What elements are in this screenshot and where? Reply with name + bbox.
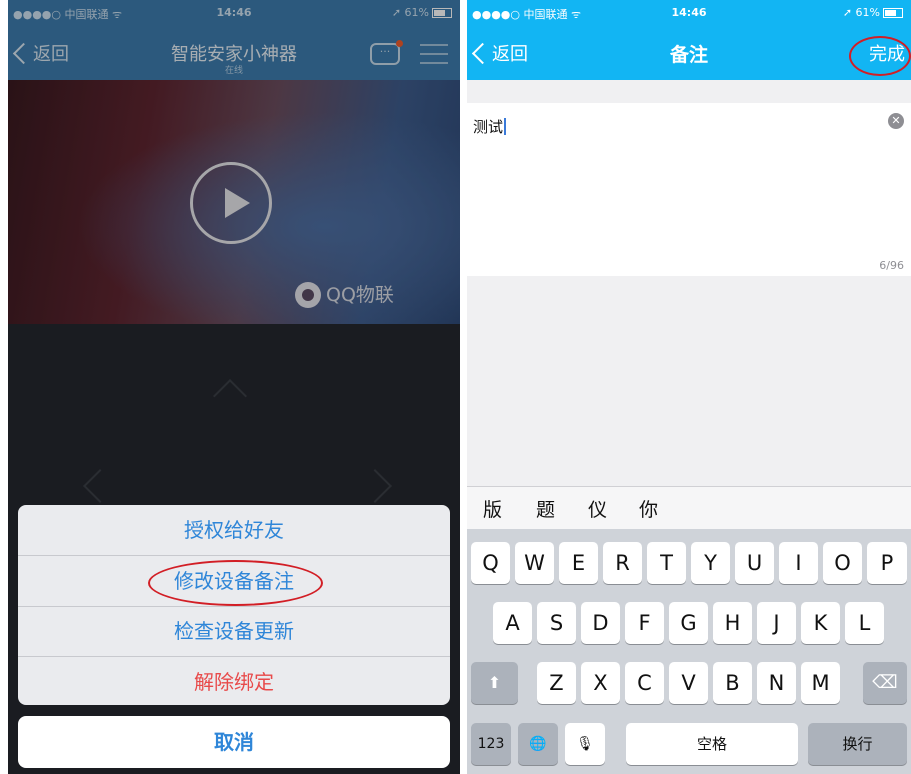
numbers-key[interactable]: 123 <box>471 723 511 765</box>
check-update-option[interactable]: 检查设备更新 <box>18 606 450 657</box>
key-k[interactable]: K <box>801 602 840 644</box>
key-z[interactable]: Z <box>537 662 576 704</box>
key-l[interactable]: L <box>845 602 884 644</box>
char-counter: 6/96 <box>879 259 904 272</box>
key-p[interactable]: P <box>867 542 907 584</box>
battery-icon <box>883 8 903 18</box>
key-c[interactable]: C <box>625 662 664 704</box>
note-text[interactable]: 测试 <box>473 116 507 137</box>
key-j[interactable]: J <box>757 602 796 644</box>
key-r[interactable]: R <box>603 542 642 584</box>
key-q[interactable]: Q <box>471 542 510 584</box>
authorize-friend-option[interactable]: 授权给好友 <box>18 505 450 556</box>
key-w[interactable]: W <box>515 542 554 584</box>
key-y[interactable]: Y <box>691 542 730 584</box>
nav-bar: 返回 备注 完成 <box>467 26 911 80</box>
key-f[interactable]: F <box>625 602 664 644</box>
highlight-circle <box>849 36 911 76</box>
globe-icon[interactable]: 🌐 <box>518 723 558 765</box>
key-h[interactable]: H <box>713 602 752 644</box>
cancel-button[interactable]: 取消 <box>18 716 450 768</box>
highlight-circle <box>148 560 323 606</box>
shift-key[interactable]: ⬆ <box>471 662 518 704</box>
status-bar: ●●●●○ 中国联通 ᯤ 14:46 ➚ 61% <box>467 0 911 26</box>
key-g[interactable]: G <box>669 602 708 644</box>
key-u[interactable]: U <box>735 542 774 584</box>
key-t[interactable]: T <box>647 542 686 584</box>
candidate-item[interactable]: 题 <box>536 495 555 522</box>
clear-icon[interactable]: ✕ <box>888 113 904 129</box>
device-control-screen: ●●●●○ 中国联通 ᯤ 14:46 ➚ 61% 返回 智能安家小神器 在线 ·… <box>8 0 460 774</box>
battery-percent: ➚ 61% <box>842 6 880 19</box>
delete-key[interactable]: ⌫ <box>863 662 907 704</box>
key-m[interactable]: M <box>801 662 840 704</box>
candidate-item[interactable]: 版 <box>483 495 502 522</box>
key-a[interactable]: A <box>493 602 532 644</box>
key-e[interactable]: E <box>559 542 598 584</box>
unbind-option[interactable]: 解除绑定 <box>18 657 450 705</box>
microphone-icon[interactable]: 🎙 <box>565 723 605 765</box>
battery-indicator: ➚ 61% <box>843 6 903 19</box>
note-value: 测试 <box>473 118 504 136</box>
text-caret <box>504 118 507 135</box>
key-v[interactable]: V <box>669 662 708 704</box>
candidate-item[interactable]: 你 <box>639 495 658 522</box>
candidate-bar: 版 题 仪 你 <box>467 486 911 529</box>
key-o[interactable]: O <box>823 542 862 584</box>
key-i[interactable]: I <box>779 542 818 584</box>
key-s[interactable]: S <box>537 602 576 644</box>
key-n[interactable]: N <box>757 662 796 704</box>
note-textarea[interactable]: 测试 ✕ <box>467 103 911 276</box>
keyboard: Q W E R T Y U I O P A S D F G H J K L ⬆ … <box>467 529 911 774</box>
edit-note-screen: ●●●●○ 中国联通 ᯤ 14:46 ➚ 61% 返回 备注 完成 测试 ✕ 6… <box>467 0 911 774</box>
page-title: 备注 <box>669 44 708 66</box>
space-key[interactable]: 空格 <box>626 723 798 765</box>
return-key[interactable]: 换行 <box>808 723 907 765</box>
key-x[interactable]: X <box>581 662 620 704</box>
candidate-item[interactable]: 仪 <box>588 495 607 522</box>
key-b[interactable]: B <box>713 662 752 704</box>
key-d[interactable]: D <box>581 602 620 644</box>
